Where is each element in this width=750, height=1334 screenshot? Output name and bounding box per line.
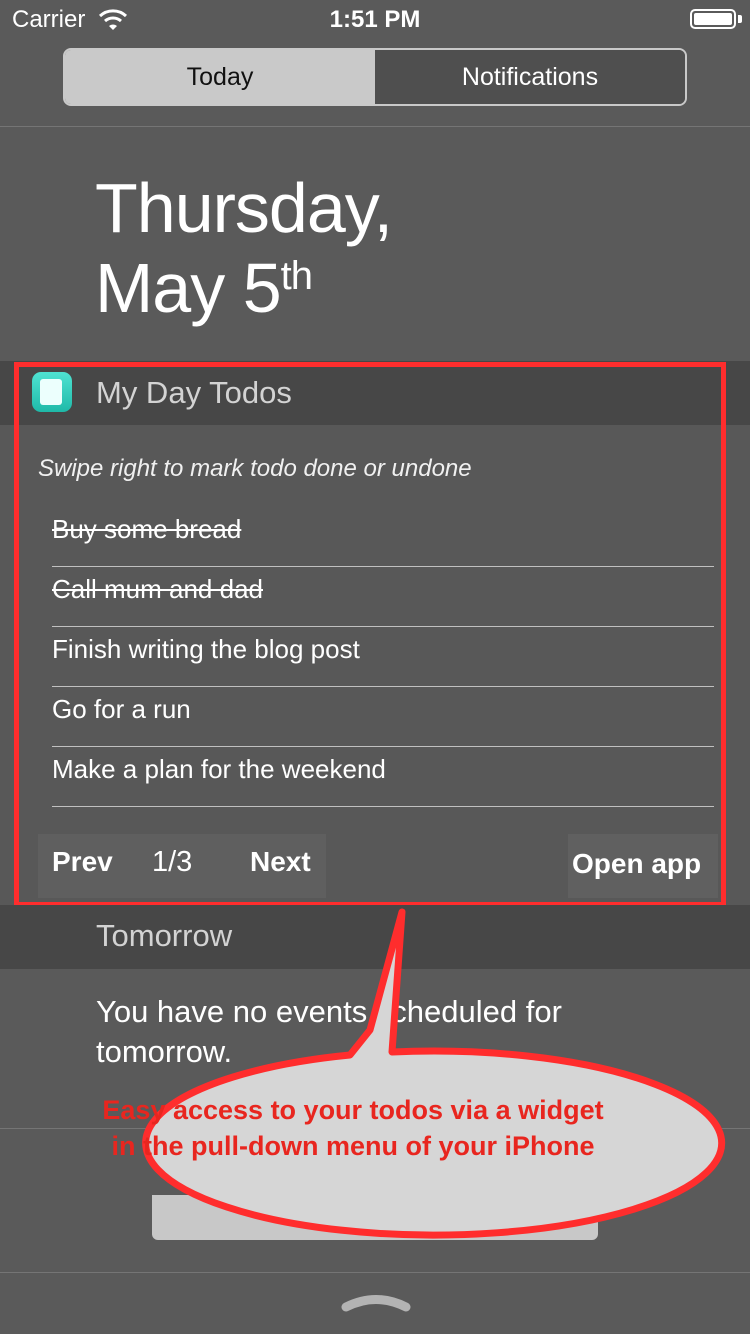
- bottom-divider: [0, 1272, 750, 1273]
- date-weekday: Thursday,: [95, 169, 393, 247]
- date-ordinal-suffix: th: [280, 254, 313, 298]
- edit-button-area[interactable]: [152, 1195, 598, 1240]
- chevron-up-icon[interactable]: [340, 1290, 412, 1312]
- no-events-message: You have no events scheduled for tomorro…: [96, 994, 562, 1069]
- header-divider: [0, 126, 750, 127]
- tab-notifications[interactable]: Notifications: [375, 50, 685, 104]
- status-time: 1:51 PM: [329, 6, 421, 33]
- battery-nub: [738, 15, 742, 23]
- date-month-day: May 5: [95, 249, 282, 327]
- battery-icon: [690, 9, 736, 29]
- tomorrow-title: Tomorrow: [96, 918, 233, 953]
- date-day: May 5th: [95, 248, 313, 328]
- today-notifications-segmented-control: Today Notifications: [63, 48, 687, 106]
- callout-text: Easy access to your todos via a widget i…: [102, 1095, 604, 1161]
- widget-highlight-frame: [14, 362, 726, 907]
- tab-today[interactable]: Today: [65, 50, 375, 104]
